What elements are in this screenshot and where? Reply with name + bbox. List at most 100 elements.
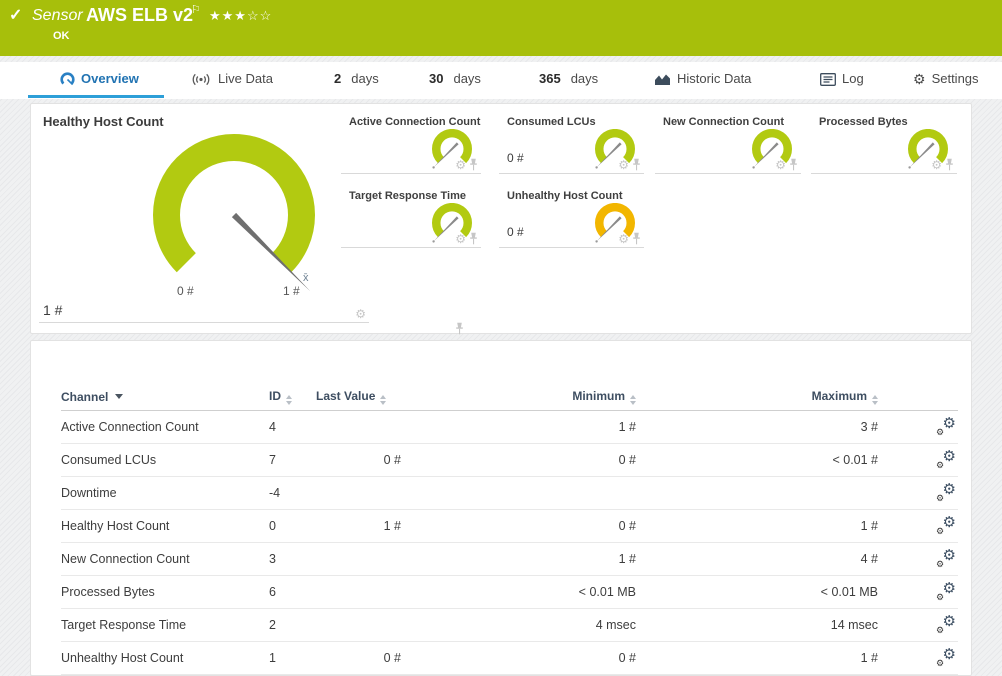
column-header-maximum[interactable]: Maximum <box>812 389 878 405</box>
gear-icon[interactable]: ⚙ <box>931 159 942 171</box>
gear-icon[interactable]: ⚙ <box>355 308 366 320</box>
tab-30-days[interactable]: 30 days <box>429 62 481 96</box>
sensor-title: AWS ELB v2 <box>86 5 194 25</box>
log-icon <box>820 72 836 86</box>
table-row: Active Connection Count 4 1 # 3 # ⚙ ⚙ <box>61 411 958 444</box>
tab-label: days <box>351 71 379 86</box>
channel-maximum: 1 # <box>860 519 878 533</box>
column-header-last-value[interactable]: Last Value <box>316 389 401 405</box>
gauges-panel: Healthy Host Count 0 # 1 # x̄ 1 # ⚙ Acti… <box>30 103 972 335</box>
channel-id: 7 <box>269 453 276 467</box>
tab-overview[interactable]: Overview <box>60 62 139 96</box>
channels-table-panel: Channel ID Last Value Minimum Maximum Ac… <box>30 340 972 676</box>
gauge-new-connection-count: New Connection Count ⚙ <box>655 104 801 174</box>
gauge-cell-actions: ⚙ <box>618 232 641 245</box>
gauge-consumed-lcus: Consumed LCUs 0 # ⚙ <box>499 104 644 174</box>
gauge-current-value: 0 # <box>507 151 524 165</box>
gauge-title: New Connection Count <box>663 116 784 128</box>
gauge-title: Consumed LCUs <box>507 116 596 128</box>
channel-settings-icon[interactable]: ⚙ ⚙ <box>936 647 956 668</box>
gauge-title: Active Connection Count <box>349 116 481 128</box>
gear-icon[interactable]: ⚙ <box>618 159 629 171</box>
channel-minimum: < 0.01 MB <box>578 585 636 599</box>
tab-label: Live Data <box>218 71 273 86</box>
channel-settings-icon[interactable]: ⚙ ⚙ <box>936 515 956 536</box>
channel-minimum: 1 # <box>618 552 636 566</box>
table-row: New Connection Count 3 1 # 4 # ⚙ ⚙ <box>61 543 958 576</box>
channel-name: Active Connection Count <box>61 420 199 434</box>
gear-icon[interactable]: ⚙ <box>455 233 466 245</box>
channel-settings-icon[interactable]: ⚙ ⚙ <box>936 548 956 569</box>
channel-minimum: 4 msec <box>595 618 636 632</box>
pin-icon[interactable] <box>469 232 478 245</box>
channel-name: Downtime <box>61 486 117 500</box>
table-row: Target Response Time 2 4 msec 14 msec ⚙ ⚙ <box>61 609 958 642</box>
channel-settings-icon[interactable]: ⚙ ⚙ <box>936 581 956 602</box>
active-tab-underline <box>28 95 164 98</box>
channel-name: Processed Bytes <box>61 585 155 599</box>
tab-365-days[interactable]: 365 days <box>539 62 598 96</box>
ok-check-icon: ✓ <box>9 7 23 24</box>
channel-settings-icon[interactable]: ⚙ ⚙ <box>936 482 956 503</box>
tab-live-data[interactable]: Live Data <box>190 62 273 96</box>
sort-icon <box>872 394 878 405</box>
pin-icon[interactable] <box>455 322 464 335</box>
gauge-min-label: 0 # <box>177 284 194 298</box>
sorted-desc-icon <box>115 393 124 399</box>
tab-historic-data[interactable]: Historic Data <box>654 62 751 96</box>
gauge-healthy-host-count: Healthy Host Count 0 # 1 # x̄ 1 # ⚙ <box>39 104 464 335</box>
channel-maximum: < 0.01 # <box>832 453 878 467</box>
stars-filled: ★★★ <box>209 8 247 23</box>
gauge-icon <box>60 71 75 85</box>
gear-icon[interactable]: ⚙ <box>775 159 786 171</box>
channel-maximum: 1 # <box>860 651 878 665</box>
column-header-channel[interactable]: Channel <box>61 390 269 404</box>
pin-icon[interactable] <box>632 158 641 171</box>
pin-icon[interactable] <box>945 158 954 171</box>
channel-settings-icon[interactable]: ⚙ ⚙ <box>936 449 956 470</box>
channel-id: -4 <box>269 486 281 500</box>
gauge-cell-actions: ⚙ <box>931 158 954 171</box>
pin-icon[interactable] <box>469 158 478 171</box>
channel-maximum: 14 msec <box>830 618 878 632</box>
gauge-title: Processed Bytes <box>819 116 908 128</box>
table-row: Consumed LCUs 7 0 # 0 # < 0.01 # ⚙ ⚙ <box>61 444 958 477</box>
gauge-cell-actions: ⚙ <box>355 308 464 335</box>
column-header-id[interactable]: ID <box>269 389 316 405</box>
pin-icon[interactable] <box>789 158 798 171</box>
tab-log[interactable]: Log <box>820 62 864 96</box>
object-kind-label: Sensor <box>32 7 83 24</box>
channel-maximum: 3 # <box>860 420 878 434</box>
settings-gear-icon: ⚙ <box>913 71 926 87</box>
gear-icon[interactable]: ⚙ <box>618 233 629 245</box>
tab-number: 30 <box>429 71 444 86</box>
gauge-active-connection-count: Active Connection Count ⚙ <box>341 104 481 174</box>
pin-icon[interactable] <box>632 232 641 245</box>
table-row: Processed Bytes 6 < 0.01 MB < 0.01 MB ⚙ ⚙ <box>61 576 958 609</box>
gear-icon[interactable]: ⚙ <box>455 159 466 171</box>
channel-maximum: 4 # <box>860 552 878 566</box>
priority-stars[interactable]: ★★★☆☆ <box>209 8 272 24</box>
channel-id: 0 <box>269 519 276 533</box>
gauge-cell-actions: ⚙ <box>775 158 798 171</box>
tab-bar: Overview Live Data 2 days 30 days 365 da… <box>0 62 1002 99</box>
tab-label: Historic Data <box>677 71 752 86</box>
channel-maximum: < 0.01 MB <box>820 585 878 599</box>
channel-settings-icon[interactable]: ⚙ ⚙ <box>936 614 956 635</box>
tab-label: days <box>570 71 599 86</box>
gauge-target-response-time: Target Response Time ⚙ <box>341 178 481 248</box>
channel-id: 6 <box>269 585 276 599</box>
flag-icon: ⚐ <box>191 4 201 16</box>
gauge-title: Unhealthy Host Count <box>507 190 623 202</box>
channel-last-value: 0 # <box>383 651 401 665</box>
table-row: Downtime -4 ⚙ ⚙ <box>61 477 958 510</box>
tab-label: days <box>453 71 481 86</box>
channel-last-value: 1 # <box>383 519 401 533</box>
gauge-unhealthy-host-count: Unhealthy Host Count 0 # ⚙ <box>499 178 644 248</box>
sort-icon <box>286 394 292 405</box>
tab-2-days[interactable]: 2 days <box>334 62 379 96</box>
channel-settings-icon[interactable]: ⚙ ⚙ <box>936 416 956 437</box>
column-header-minimum[interactable]: Minimum <box>572 389 636 405</box>
tab-settings[interactable]: ⚙ Settings <box>913 62 979 96</box>
live-data-icon <box>192 73 210 85</box>
